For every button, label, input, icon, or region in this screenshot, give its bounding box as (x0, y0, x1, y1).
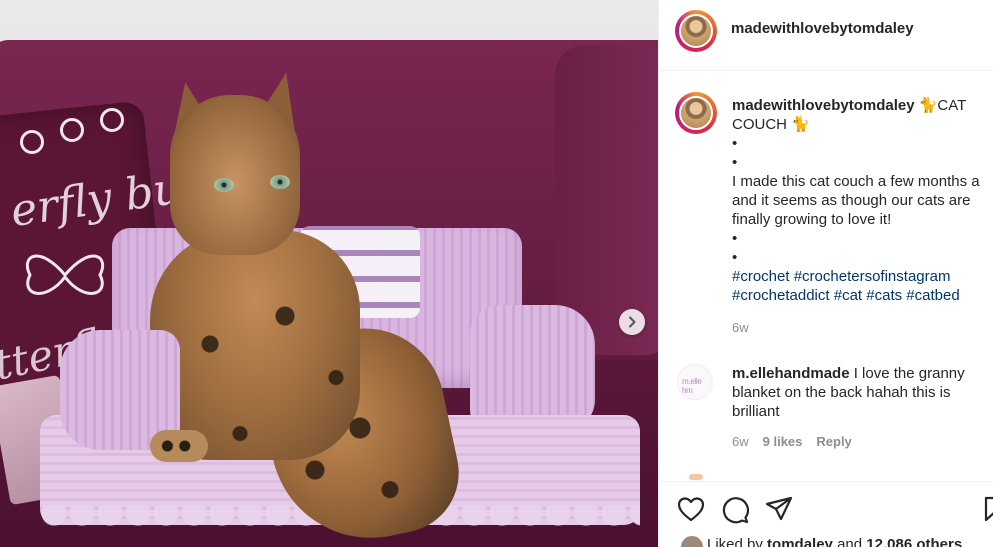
comment-line: blanket on the back hahah this is (732, 384, 951, 401)
butterfly-icon (25, 254, 105, 295)
hashtag-link[interactable]: #crochetaddict (732, 287, 830, 304)
author-username[interactable]: madewithlovebytomdaley (731, 20, 914, 37)
post-photo[interactable]: erfly butte tterfl (0, 0, 658, 547)
caption-line: and it seems as though our cats are (732, 192, 971, 209)
author-avatar[interactable] (675, 10, 717, 52)
caption-line: finally growing to love it! (732, 211, 892, 228)
caption-timestamp[interactable]: 6w (732, 320, 749, 335)
pillow-flower (20, 130, 44, 154)
liked-by-others[interactable]: 12,086 others (866, 536, 962, 547)
cat-spots (150, 260, 450, 540)
commenter-avatar-logo: m.elle hm (682, 377, 702, 395)
caption-title: CAT (937, 97, 967, 114)
chevron-right-icon (629, 316, 636, 328)
liked-by-user[interactable]: tomdaley (767, 536, 833, 547)
cat-eye (270, 175, 290, 189)
paper-plane-icon (765, 496, 793, 521)
caption-dot: • (732, 135, 738, 152)
comment-line: brilliant (732, 403, 780, 420)
share-button[interactable] (765, 496, 793, 525)
hashtag-link[interactable]: #crochet (732, 268, 790, 285)
comment-text: m.ellehandmade I love the granny blanket… (732, 364, 993, 421)
caption-dot: • (732, 154, 738, 171)
liked-by-avatar[interactable] (679, 534, 705, 547)
cat-emoji: 🐈 (918, 97, 938, 114)
crochet-couch-arm (470, 305, 595, 430)
save-button[interactable] (984, 496, 993, 525)
caption-line: I made this cat couch a few months a (732, 173, 980, 190)
cat-paw (150, 430, 208, 462)
pillow-flower (60, 118, 84, 142)
caption-avatar[interactable] (675, 92, 717, 134)
cat-eye (214, 178, 234, 192)
hashtag-link[interactable]: #cats (866, 287, 902, 304)
hashtag-link[interactable]: #catbed (906, 287, 959, 304)
next-photo-button[interactable] (619, 309, 645, 335)
post-sidebar: madewithlovebytomdaley madewithlovebytom… (658, 0, 993, 547)
hashtag-link[interactable]: #crochetersofinstagram (794, 268, 951, 285)
comment-button[interactable] (721, 496, 750, 527)
liked-by-text: Liked by tomdaley and 12,086 others (707, 536, 962, 547)
post-header: madewithlovebytomdaley (659, 0, 993, 71)
instagram-post-modal: erfly butte tterfl madewithlovebytomdale… (0, 0, 993, 547)
caption-dot: • (732, 249, 738, 266)
caption-title-2: COUCH (732, 116, 787, 133)
comment-line: I love the granny (853, 365, 965, 382)
comment-meta: 6w 9 likes Reply (732, 434, 852, 449)
caption-text: madewithlovebytomdaley 🐈CAT COUCH 🐈 • • … (732, 96, 993, 305)
liked-by-and: and (837, 536, 863, 547)
comment-reply-button[interactable]: Reply (816, 434, 851, 449)
bookmark-icon (984, 496, 993, 522)
heart-icon (677, 497, 705, 522)
comment-timestamp[interactable]: 6w (732, 434, 749, 449)
caption-username[interactable]: madewithlovebytomdaley (732, 97, 915, 114)
pillow-flower (100, 108, 124, 132)
like-button[interactable] (677, 496, 705, 525)
liked-by-prefix: Liked by (707, 536, 763, 547)
cat-emoji: 🐈 (791, 116, 810, 133)
commenter-avatar[interactable]: m.elle hm (677, 364, 713, 400)
comment-likes[interactable]: 9 likes (763, 434, 803, 449)
comment-bubble-icon (722, 497, 750, 524)
commenter-username[interactable]: m.ellehandmade (732, 365, 850, 382)
caption-dot: • (732, 230, 738, 247)
next-comment-avatar (689, 474, 703, 480)
hashtag-link[interactable]: #cat (834, 287, 862, 304)
post-actions: Liked by tomdaley and 12,086 others (659, 481, 993, 547)
